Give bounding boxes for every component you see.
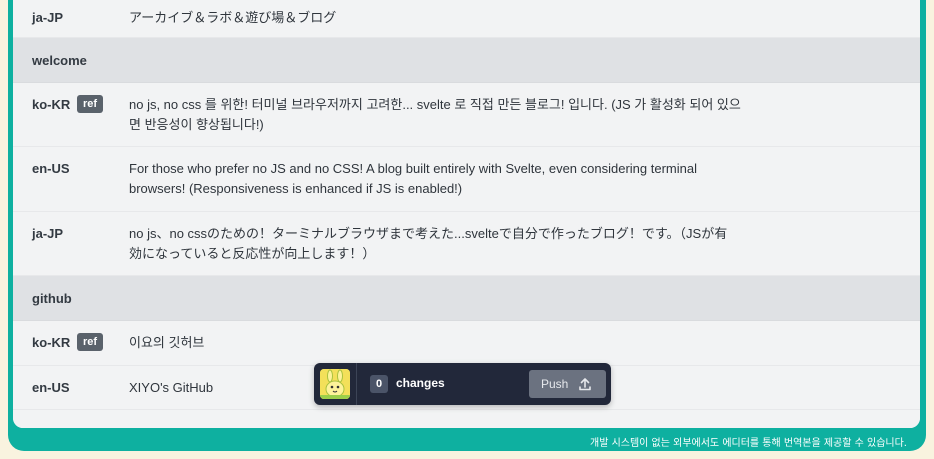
language-code: ko-KR [32, 97, 71, 112]
language-code: ja-JP [32, 10, 64, 25]
translation-row-partial[interactable] [13, 410, 920, 428]
translation-row-ja-jp-2[interactable]: ja-JP no js、no cssのための！ターミナルブラウザまで考えた...… [13, 212, 920, 276]
language-code: ja-JP [32, 226, 64, 241]
reference-badge: ref [77, 95, 104, 113]
language-code: ko-KR [32, 335, 71, 350]
upload-icon [579, 378, 591, 391]
language-code: en-US [32, 161, 70, 176]
section-header-welcome: welcome [13, 38, 920, 83]
translation-text[interactable]: no js, no css 를 위한! 터미널 브라우저까지 고려한... sv… [129, 95, 749, 135]
translation-text[interactable]: 이요의 깃허브 [129, 333, 749, 353]
changes-toolbar: 0 changes Push [314, 363, 611, 405]
push-button[interactable]: Push [529, 370, 606, 398]
translation-row-en-us[interactable]: en-US For those who prefer no JS and no … [13, 147, 920, 212]
translation-text[interactable]: For those who prefer no JS and no CSS! A… [129, 159, 749, 199]
translation-row-ja-jp[interactable]: ja-JP アーカイブ＆ラボ＆遊び場＆ブログ [13, 0, 920, 38]
changes-count-badge: 0 [370, 375, 388, 393]
changes-label: changes [396, 376, 445, 390]
translation-row-ko-kr-github[interactable]: ko-KR ref 이요의 깃허브 [13, 321, 920, 366]
push-button-label: Push [541, 377, 569, 391]
yellow-mascot-avatar-icon[interactable] [320, 369, 350, 399]
translation-text[interactable]: アーカイブ＆ラボ＆遊び場＆ブログ [129, 8, 749, 28]
translation-row-ko-kr[interactable]: ko-KR ref no js, no css 를 위한! 터미널 브라우저까지… [13, 83, 920, 147]
section-header-github: github [13, 276, 920, 321]
footer-note: 개발 시스템이 없는 외부에서도 에디터를 통해 번역본을 제공할 수 있습니다… [590, 438, 907, 449]
translation-text[interactable]: no js、no cssのための！ターミナルブラウザまで考えた...svelte… [129, 224, 729, 264]
section-title: github [32, 291, 72, 306]
reference-badge: ref [77, 333, 104, 351]
section-title: welcome [32, 53, 87, 68]
toolbar-divider [356, 363, 357, 405]
language-code: en-US [32, 380, 70, 395]
